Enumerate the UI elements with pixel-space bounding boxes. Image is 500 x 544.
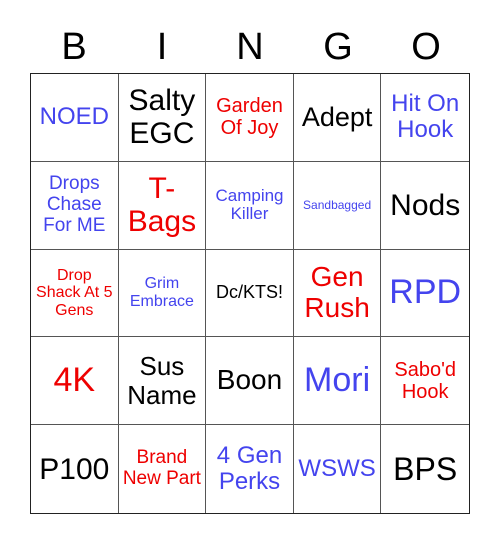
bingo-cell[interactable]: 4 Gen Perks <box>206 425 294 513</box>
header-letter-o: O <box>411 26 441 68</box>
bingo-cell[interactable]: Hit On Hook <box>381 74 469 162</box>
bingo-cell[interactable]: BPS <box>381 425 469 513</box>
bingo-cell-label: 4K <box>53 361 96 400</box>
bingo-cell[interactable]: Drops Chase For ME <box>31 161 119 250</box>
bingo-cell[interactable]: RPD <box>381 250 469 338</box>
bingo-cell-label: P100 <box>39 452 110 486</box>
bingo-cell-label: Salty EGC <box>128 84 196 151</box>
bingo-cell-label: NOED <box>39 103 109 131</box>
bingo-card-grid: NOED Salty EGC Garden Of Joy Adept Hit On Ho… <box>30 73 470 514</box>
header-letter-g: G <box>323 26 353 68</box>
bingo-cell[interactable]: T-Bags <box>118 161 207 250</box>
bingo-cell[interactable]: Dc/KTS! <box>206 249 294 338</box>
bingo-cell[interactable]: Brand New Part <box>119 425 207 513</box>
bingo-cell[interactable]: Mori <box>293 337 382 426</box>
bingo-cell[interactable]: NOED <box>31 74 119 162</box>
bingo-cell-label: Brand New Part <box>122 447 201 490</box>
bingo-cell-label: Nods <box>390 188 461 222</box>
header-letter-n: N <box>236 26 264 68</box>
bingo-cell[interactable]: Nods <box>381 162 469 250</box>
bingo-cell-label: Mori <box>304 361 371 400</box>
bingo-cell[interactable]: Sabo'd Hook <box>381 337 469 426</box>
bingo-cell[interactable]: Salty EGC <box>118 74 207 162</box>
header-letter-b: B <box>61 26 87 68</box>
bingo-cell-label: Drops Chase For ME <box>43 172 106 236</box>
bingo-cell-label: Adept <box>301 101 373 132</box>
bingo-cell-label: 4 Gen Perks <box>216 441 283 496</box>
bingo-cell-label: RPD <box>389 273 462 312</box>
bingo-cell-label: Sus Name <box>127 351 197 410</box>
bingo-cell-label: Drop Shack At 5 Gens <box>36 266 113 319</box>
bingo-header: B I N G O <box>30 22 470 72</box>
bingo-cell[interactable]: Boon <box>206 337 294 426</box>
bingo-cell[interactable]: Adept <box>293 74 382 162</box>
bingo-cell[interactable]: WSWS <box>294 425 382 513</box>
bingo-cell-label: WSWS <box>298 454 376 482</box>
bingo-cell[interactable]: Gen Rush <box>293 249 382 338</box>
bingo-cell-label: Hit On Hook <box>391 90 460 144</box>
header-letter-i: I <box>156 26 168 68</box>
bingo-cell-label: Grim Embrace <box>129 275 194 310</box>
bingo-cell-label: Garden Of Joy <box>216 95 283 140</box>
bingo-cell[interactable]: Garden Of Joy <box>206 74 294 162</box>
bingo-cell-label: Dc/KTS! <box>215 282 283 303</box>
bingo-cell-label: Gen Rush <box>304 261 370 323</box>
bingo-cell-label: Sandbagged <box>303 197 372 212</box>
bingo-cell-label: Sabo'd Hook <box>394 358 457 403</box>
bingo-cell[interactable]: Sus Name <box>118 337 207 426</box>
bingo-cell-label: BPS <box>393 450 458 487</box>
bingo-cell[interactable]: Drop Shack At 5 Gens <box>31 249 119 338</box>
bingo-cell-label: Boon <box>216 364 283 396</box>
bingo-cell[interactable]: Camping Killer <box>206 161 294 250</box>
bingo-cell[interactable]: P100 <box>31 425 119 513</box>
bingo-cell-label: T-Bags <box>127 172 197 239</box>
bingo-cell[interactable]: 4K <box>31 337 119 426</box>
bingo-cell-label: Camping Killer <box>215 185 284 224</box>
bingo-cell[interactable]: Sandbagged <box>293 161 382 250</box>
bingo-cell[interactable]: Grim Embrace <box>118 249 207 338</box>
